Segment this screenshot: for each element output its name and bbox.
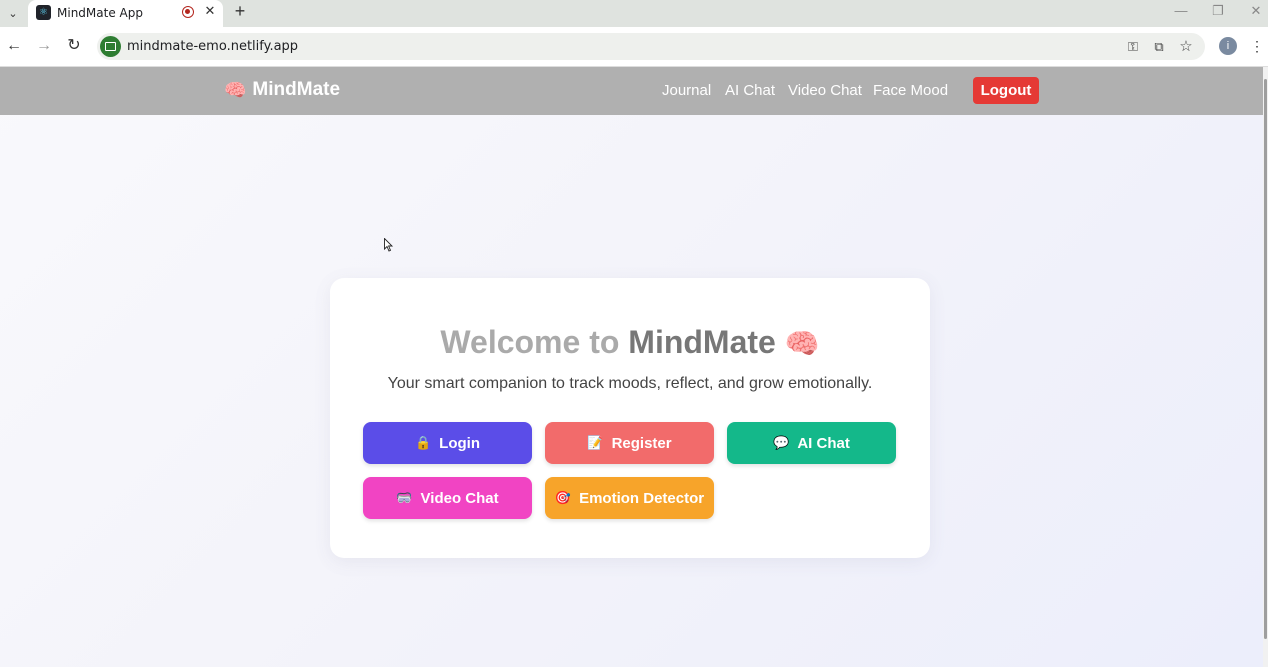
tab-close-icon[interactable]: ✕ xyxy=(202,3,218,21)
scrollbar-thumb[interactable] xyxy=(1264,79,1267,639)
react-favicon-icon: ⚛ xyxy=(36,5,51,20)
welcome-card: Welcome to MindMate 🧠 Your smart compani… xyxy=(330,278,930,558)
emotion-detector-button-label: Emotion Detector xyxy=(579,489,705,507)
brain-icon: 🧠 xyxy=(784,328,820,359)
nav-link-journal[interactable]: Journal xyxy=(662,82,711,99)
welcome-lead-text: Welcome to xyxy=(440,324,629,360)
ai-chat-button[interactable]: 💬 AI Chat xyxy=(727,422,896,464)
video-chat-button[interactable]: 🥽 Video Chat xyxy=(363,477,532,519)
mouse-cursor-icon xyxy=(384,238,394,252)
bookmark-star-icon[interactable]: ☆ xyxy=(1176,37,1196,57)
browser-menu-icon[interactable]: ⋮ xyxy=(1250,37,1264,55)
window-close-icon[interactable]: ✕ xyxy=(1246,3,1266,21)
app-navbar: 🧠 MindMate Journal AI Chat Video Chat Fa… xyxy=(0,67,1263,115)
profile-avatar[interactable]: i xyxy=(1219,37,1237,55)
back-arrow-icon[interactable]: ← xyxy=(3,35,25,57)
new-tab-icon[interactable]: + xyxy=(231,1,249,23)
logout-button[interactable]: Logout xyxy=(973,77,1039,104)
speech-bubble-icon: 💬 xyxy=(773,435,790,450)
page-viewport: 🧠 MindMate Journal AI Chat Video Chat Fa… xyxy=(0,67,1263,667)
vr-goggles-icon: 🥽 xyxy=(396,490,413,505)
emotion-detector-button[interactable]: 🎯 Emotion Detector xyxy=(545,477,714,519)
tab-title: MindMate App xyxy=(57,6,143,20)
tagline: Your smart companion to track moods, ref… xyxy=(387,375,873,392)
login-button[interactable]: 🔒 Login xyxy=(363,422,532,464)
password-key-icon[interactable]: ⚿ xyxy=(1123,37,1143,57)
address-bar[interactable]: mindmate-emo.netlify.app ⚿ ⧉ ☆ xyxy=(97,33,1205,60)
register-button[interactable]: 📝 Register xyxy=(545,422,714,464)
browser-tabstrip: ⌄ ⚛ MindMate App ✕ + — ❐ ✕ xyxy=(0,0,1268,27)
nav-link-face-mood[interactable]: Face Mood xyxy=(873,82,948,99)
nav-link-video-chat[interactable]: Video Chat xyxy=(788,82,862,99)
lock-icon: 🔒 xyxy=(414,435,432,450)
window-minimize-icon[interactable]: — xyxy=(1171,3,1191,21)
memo-icon: 📝 xyxy=(587,435,604,450)
brand-logo[interactable]: 🧠 MindMate xyxy=(224,79,340,101)
tab-search-chevron-icon[interactable]: ⌄ xyxy=(4,4,22,22)
browser-toolbar: ← → ↻ mindmate-emo.netlify.app ⚿ ⧉ ☆ i ⋮ xyxy=(0,27,1268,67)
recording-indicator-icon xyxy=(182,6,194,18)
login-button-label: Login xyxy=(439,434,480,452)
url-text[interactable]: mindmate-emo.netlify.app xyxy=(127,39,298,54)
page-title: Welcome to MindMate 🧠 xyxy=(330,324,930,361)
browser-tab[interactable]: ⚛ MindMate App ✕ xyxy=(28,0,223,27)
register-button-label: Register xyxy=(611,434,672,452)
forward-arrow-icon[interactable]: → xyxy=(33,35,55,57)
ai-chat-button-label: AI Chat xyxy=(797,434,850,452)
welcome-brand-text: MindMate xyxy=(628,324,776,360)
page-scrollbar[interactable] xyxy=(1263,67,1268,667)
brand-name: MindMate xyxy=(252,79,341,100)
nav-link-ai-chat[interactable]: AI Chat xyxy=(725,82,775,99)
brain-icon: 🧠 xyxy=(224,80,247,100)
reload-icon[interactable]: ↻ xyxy=(63,35,85,57)
site-info-icon[interactable] xyxy=(100,36,121,57)
install-app-icon[interactable]: ⧉ xyxy=(1149,37,1169,57)
window-restore-icon[interactable]: ❐ xyxy=(1208,3,1228,21)
video-chat-button-label: Video Chat xyxy=(420,489,499,507)
target-icon: 🎯 xyxy=(554,490,572,505)
